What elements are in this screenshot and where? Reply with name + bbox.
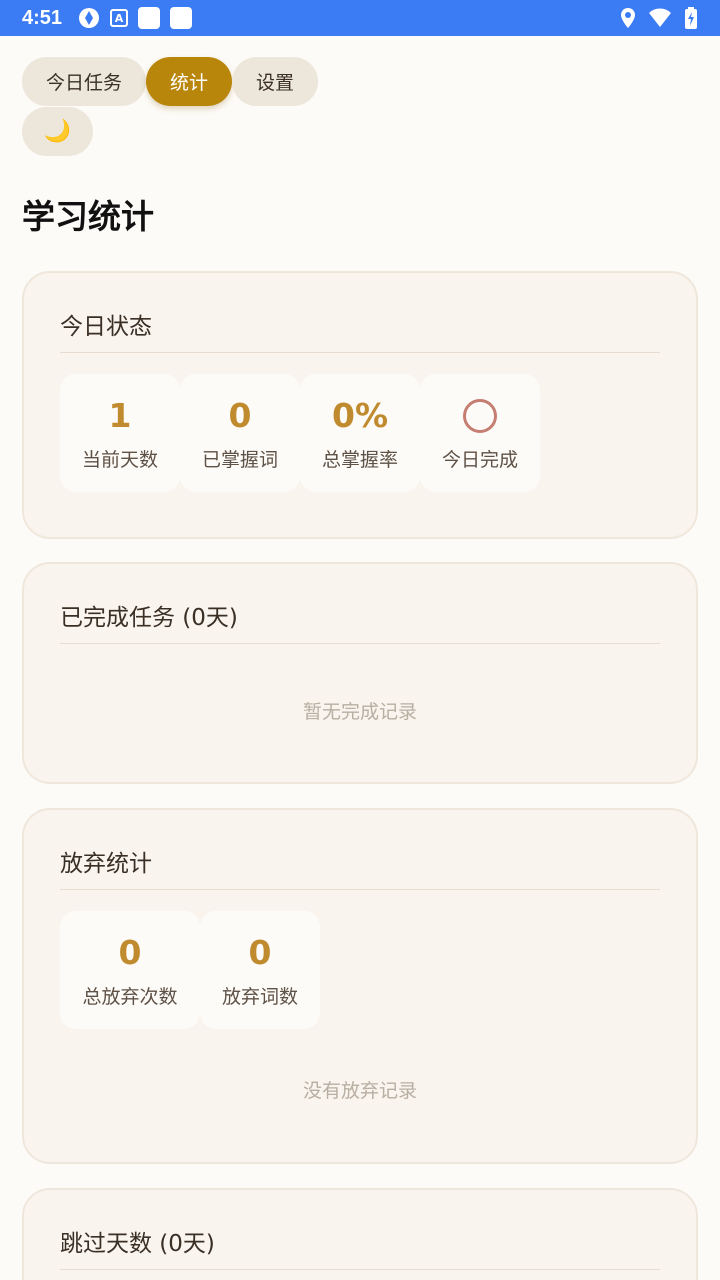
empty-state-text: 暂无完成记录: [302, 701, 417, 723]
sync-icon: [79, 8, 100, 28]
page-title: 学习统计: [22, 197, 154, 236]
stat-value: 0: [118, 933, 142, 972]
stat-mastery-rate: 0% 总掌握率: [300, 374, 420, 492]
tab-settings[interactable]: 设置: [232, 57, 319, 106]
skipped-days-card: 跳过天数 (0天): [22, 1188, 698, 1280]
stat-value: 1: [108, 396, 132, 435]
card-title: 放弃统计: [60, 851, 152, 877]
stat-label: 今日完成: [441, 448, 518, 471]
stat-label: 已掌握词: [201, 448, 278, 471]
stat-current-day: 1 当前天数: [60, 374, 180, 492]
notification-icons: A: [78, 7, 193, 29]
stat-label: 当前天数: [81, 448, 158, 471]
location-icon: [621, 8, 635, 28]
stat-label: 放弃词数: [221, 985, 298, 1008]
stat-mastered-words: 0 已掌握词: [180, 374, 300, 492]
stat-value: 0: [228, 396, 252, 435]
stat-row: 0 总放弃次数 0 放弃词数: [60, 911, 320, 1029]
empty-state-text: 没有放弃记录: [302, 1080, 417, 1102]
divider: [60, 352, 660, 353]
stat-value: 0: [248, 933, 272, 972]
stat-label: 总放弃次数: [82, 985, 178, 1008]
tab-today-tasks[interactable]: 今日任务: [22, 57, 147, 106]
divider: [60, 889, 660, 890]
translate-icon: A: [110, 9, 129, 27]
card-title: 今日状态: [60, 314, 152, 340]
status-time: 4:51: [22, 6, 63, 29]
status-bar: 4:51 A: [0, 0, 720, 36]
stat-value: 0%: [331, 396, 389, 435]
card-title: 已完成任务 (0天): [60, 605, 238, 631]
theme-toggle-button[interactable]: 🌙: [22, 107, 93, 156]
system-icons: [620, 7, 698, 29]
battery-icon: [685, 7, 697, 29]
today-status-card: 今日状态 1 当前天数 0 已掌握词 0% 总掌握率 今日完成: [22, 271, 698, 539]
completed-tasks-card: 已完成任务 (0天) 暂无完成记录: [22, 562, 698, 784]
circle-incomplete-icon: [463, 398, 497, 433]
divider: [60, 1269, 660, 1270]
stat-today-complete: 今日完成: [420, 374, 540, 492]
stat-row: 1 当前天数 0 已掌握词 0% 总掌握率 今日完成: [60, 374, 540, 492]
nav-tabs: 今日任务 统计 设置: [22, 57, 319, 106]
app-notification-icon: [138, 7, 161, 29]
stat-label: 总掌握率: [321, 448, 398, 471]
wifi-icon: [649, 8, 671, 27]
card-title: 跳过天数 (0天): [60, 1231, 215, 1257]
abandon-stats-card: 放弃统计 0 总放弃次数 0 放弃词数 没有放弃记录: [22, 808, 698, 1164]
divider: [60, 643, 660, 644]
tab-statistics[interactable]: 统计: [146, 57, 233, 106]
stat-total-abandons: 0 总放弃次数: [60, 911, 200, 1029]
moon-icon: 🌙: [43, 119, 72, 144]
app-notification-icon: [170, 7, 193, 29]
stat-abandoned-words: 0 放弃词数: [200, 911, 320, 1029]
